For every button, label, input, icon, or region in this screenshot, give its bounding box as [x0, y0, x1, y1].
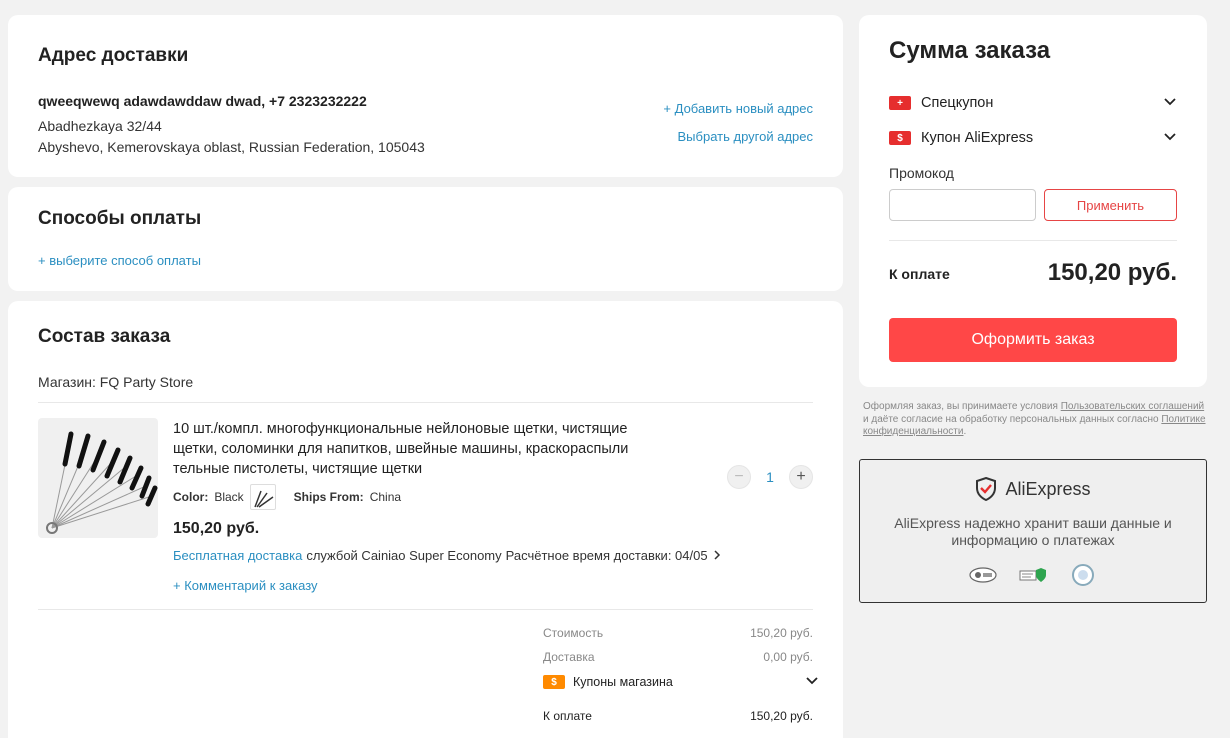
payment-title: Способы оплаты — [38, 208, 202, 229]
pci-badge-icon — [968, 564, 998, 586]
security-badges — [860, 564, 1206, 586]
ships-from-label: Ships From: — [293, 490, 364, 504]
terms-notice: Оформляя заказ, вы принимаете условия По… — [863, 401, 1208, 439]
address-title: Адрес доставки — [38, 45, 189, 66]
chevron-down-icon[interactable] — [1163, 95, 1177, 111]
color-label: Color: — [173, 490, 209, 504]
chevron-right-icon[interactable] — [712, 548, 722, 563]
quantity-value: 1 — [766, 469, 774, 485]
store-coupons-row[interactable]: $ Купоны магазина — [543, 675, 819, 689]
store-coupon-icon: $ — [543, 675, 565, 689]
divider — [38, 402, 813, 403]
choose-payment-link[interactable]: + выберите способ оплаты — [38, 253, 201, 268]
product-price: 150,20 руб. — [173, 520, 260, 537]
delivery-time-label: Расчётное время доставки: 04/05 — [505, 548, 708, 563]
product-options: Color: Black Ships From: China — [173, 484, 401, 510]
add-address-link[interactable]: + Добавить новый адрес — [663, 101, 813, 116]
color-swatch-image — [249, 484, 276, 510]
aliexpress-coupon-row[interactable]: $ Купон AliExpress — [889, 130, 1177, 146]
cost-value: 150,20 руб. — [750, 626, 813, 640]
quantity-stepper: − 1 + — [727, 465, 813, 489]
security-text: AliExpress надежно хранит ваши данные и … — [894, 515, 1172, 548]
color-value: Black — [214, 490, 244, 504]
aliexpress-coupon-icon: $ — [889, 131, 911, 145]
address-line-1: Abadhezkaya 32/44 — [38, 118, 162, 134]
payment-methods-card: Способы оплаты + выберите способ оплаты — [8, 187, 843, 291]
summary-pay-amount: 150,20 руб. — [1047, 259, 1177, 286]
choose-address-link[interactable]: Выбрать другой адрес — [678, 129, 813, 144]
special-coupon-icon: + — [889, 96, 911, 110]
terms-text: Оформляя заказ, вы принимаете условия — [863, 401, 1061, 412]
terms-text: . — [963, 426, 967, 437]
product-image[interactable] — [38, 418, 158, 538]
terms-text: и даёте согласие на обработку персональн… — [863, 413, 1162, 425]
address-line-2: Abyshevo, Kemerovskaya oblast, Russian F… — [38, 139, 425, 155]
decrease-quantity-button[interactable]: − — [727, 465, 751, 489]
user-agreement-link[interactable]: Пользовательских соглашений — [1061, 401, 1204, 412]
aliexpress-coupon-label: Купон AliExpress — [921, 130, 1034, 146]
place-order-button[interactable]: Оформить заказ — [889, 318, 1177, 362]
divider — [889, 240, 1177, 241]
cost-row: Стоимость 150,20 руб. — [543, 626, 813, 640]
summary-pay-label: К оплате — [889, 266, 950, 282]
special-coupon-label: Спецкупон — [921, 95, 994, 111]
product-title[interactable]: 10 шт./компл. многофункциональные нейлон… — [173, 419, 633, 479]
chevron-down-icon[interactable] — [1163, 130, 1177, 146]
secure-site-badge-icon — [1018, 564, 1048, 586]
aliexpress-brand: AliExpress — [1005, 478, 1091, 499]
shipping-info[interactable]: Бесплатная доставка службой Cainiao Supe… — [173, 548, 722, 563]
divider — [38, 609, 813, 610]
ships-from-value: China — [369, 490, 402, 504]
carrier-label: службой Cainiao Super Economy — [306, 548, 502, 563]
order-pay-value: 150,20 руб. — [750, 709, 813, 723]
chevron-down-icon[interactable] — [805, 675, 819, 689]
order-summary-card: Сумма заказа + Спецкупон $ Купон AliExpr… — [859, 15, 1207, 387]
recipient-name: qweeqwewq adawdawddaw dwad, +7 232323222… — [38, 93, 367, 109]
summary-title: Сумма заказа — [889, 37, 1051, 64]
free-shipping-label: Бесплатная доставка — [173, 548, 303, 563]
order-pay-row: К оплате 150,20 руб. — [543, 709, 813, 723]
delivery-address-card: Адрес доставки qweeqwewq adawdawddaw dwa… — [8, 15, 843, 177]
promo-code-label: Промокод — [889, 165, 954, 181]
increase-quantity-button[interactable]: + — [789, 465, 813, 489]
cost-label: Стоимость — [543, 626, 604, 640]
delivery-value: 0,00 руб. — [763, 650, 813, 664]
aliexpress-logo: AliExpress — [860, 477, 1206, 501]
order-pay-label: К оплате — [543, 709, 592, 723]
order-items-card: Состав заказа Магазин: FQ Party Store 10… — [8, 301, 843, 738]
promo-code-input[interactable] — [889, 189, 1036, 221]
delivery-label: Доставка — [543, 650, 595, 664]
security-info-card: AliExpress AliExpress надежно хранит ваш… — [859, 459, 1207, 603]
order-title: Состав заказа — [38, 326, 171, 347]
brushes-image — [46, 431, 158, 534]
delivery-row: Доставка 0,00 руб. — [543, 650, 813, 664]
apply-promo-button[interactable]: Применить — [1044, 189, 1177, 221]
shield-check-icon — [976, 477, 997, 501]
add-comment-link[interactable]: + Комментарий к заказу — [173, 578, 318, 593]
store-coupons-label: Купоны магазина — [573, 675, 673, 689]
special-coupon-row[interactable]: + Спецкупон — [889, 95, 1177, 111]
store-name[interactable]: Магазин: FQ Party Store — [38, 374, 193, 390]
certificate-seal-icon — [1068, 564, 1098, 586]
